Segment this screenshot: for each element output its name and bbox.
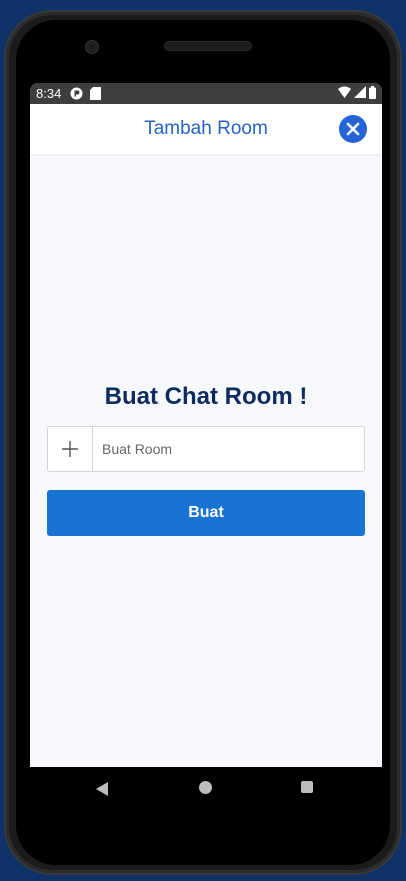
earpiece-speaker bbox=[165, 42, 251, 50]
wifi-icon bbox=[338, 86, 351, 101]
system-nav-bar bbox=[30, 767, 382, 809]
close-icon bbox=[346, 122, 360, 136]
room-input-group bbox=[47, 426, 365, 472]
battery-icon bbox=[369, 85, 376, 102]
back-triangle-icon bbox=[96, 782, 108, 796]
header-title: Tambah Room bbox=[144, 118, 268, 139]
page-title: Buat Chat Room ! bbox=[104, 383, 308, 410]
status-bar: 8:34 bbox=[30, 83, 382, 104]
app-screen: 8:34 Tambah Room Buat Chat Room ! Buat R… bbox=[30, 83, 382, 767]
plus-icon bbox=[62, 441, 78, 457]
close-button[interactable] bbox=[339, 115, 367, 143]
status-icons-right bbox=[338, 85, 376, 102]
app-notification-icon bbox=[70, 87, 83, 100]
app-header: Tambah Room bbox=[30, 104, 382, 154]
sd-card-icon bbox=[90, 87, 101, 100]
recents-button[interactable] bbox=[301, 781, 313, 793]
back-button[interactable] bbox=[96, 782, 108, 801]
front-camera bbox=[86, 41, 98, 53]
status-time: 8:34 bbox=[36, 86, 62, 101]
room-name-input[interactable] bbox=[93, 427, 364, 471]
home-button[interactable] bbox=[199, 781, 212, 794]
signal-icon bbox=[354, 86, 366, 101]
create-room-button[interactable]: Buat bbox=[47, 490, 365, 536]
input-addon bbox=[48, 427, 93, 471]
